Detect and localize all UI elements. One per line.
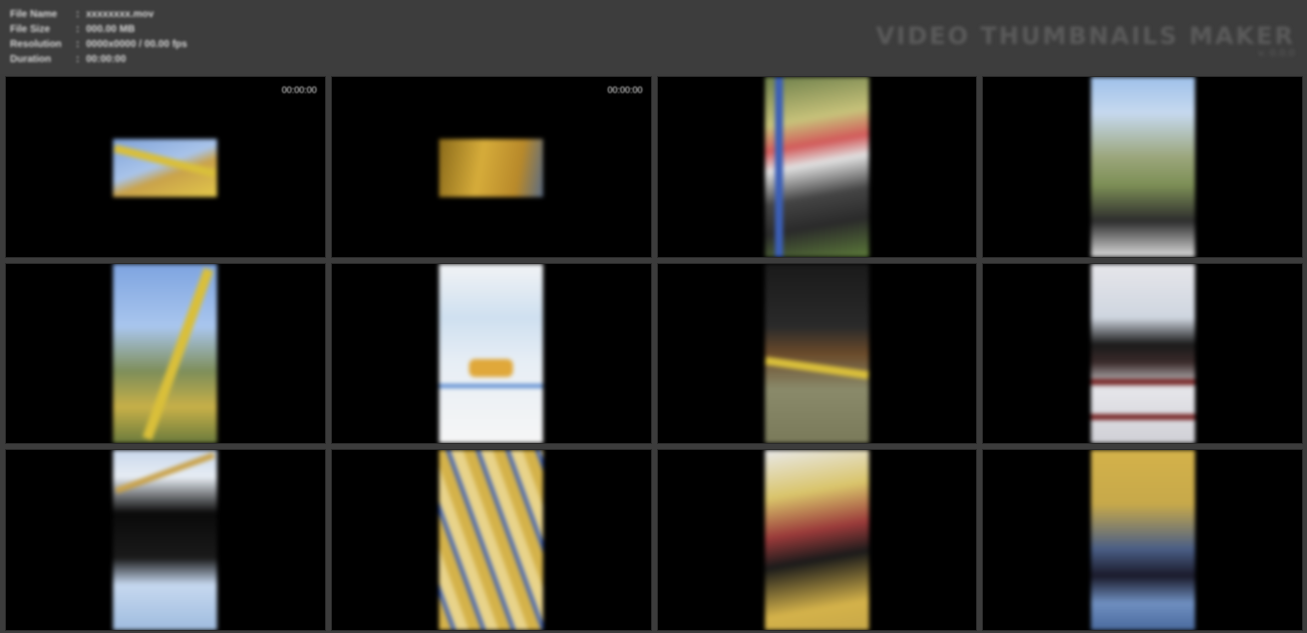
meta-value: 000.00 MB	[86, 24, 135, 35]
thumbnail-image	[764, 263, 869, 444]
contact-sheet: File Name : xxxxxxxx.mov File Size : 000…	[0, 0, 1307, 633]
thumbnail-grid: 00:00:00 00:00:00	[5, 76, 1303, 631]
thumbnail-timestamp: 00:00:00	[607, 85, 643, 95]
thumbnail-cell[interactable]: 00:00:00	[5, 76, 326, 258]
thumbnail-cell[interactable]	[330, 449, 652, 631]
thumbnail-image	[1090, 77, 1195, 257]
thumbnail-image	[439, 77, 544, 257]
meta-separator: :	[76, 24, 80, 35]
thumbnail-cell[interactable]	[656, 262, 978, 445]
meta-value: 0000x0000 / 00.00 fps	[86, 39, 188, 50]
meta-label: Resolution	[10, 39, 62, 50]
meta-label: File Name	[10, 9, 58, 20]
thumbnail-image	[764, 450, 869, 630]
meta-label: Duration	[10, 54, 52, 65]
thumbnail-cell[interactable]	[5, 449, 326, 631]
meta-separator: :	[76, 9, 80, 20]
meta-separator: :	[76, 54, 80, 65]
meta-value: 00:00:00	[86, 54, 127, 65]
thumbnail-cell[interactable]	[656, 449, 978, 631]
thumbnail-image	[113, 450, 218, 630]
thumbnail-image	[439, 450, 544, 630]
brand-watermark: VIDEO THUMBNAILS MAKER v. 0.0.0	[876, 22, 1295, 59]
thumbnail-image	[439, 263, 544, 444]
meta-row-resolution: Resolution : 0000x0000 / 00.00 fps	[10, 37, 187, 52]
thumbnail-image	[113, 263, 218, 444]
thumbnail-cell[interactable]	[982, 262, 1303, 445]
meta-value: xxxxxxxx.mov	[86, 9, 154, 20]
thumbnail-timestamp: 00:00:00	[281, 85, 317, 95]
thumbnail-image	[764, 77, 869, 257]
meta-label: File Size	[10, 24, 51, 35]
thumbnail-cell[interactable]	[330, 262, 652, 445]
thumbnail-image	[1090, 263, 1195, 444]
file-metadata: File Name : xxxxxxxx.mov File Size : 000…	[10, 7, 187, 67]
thumbnail-image	[1090, 450, 1195, 630]
thumbnail-cell[interactable]: 00:00:00	[330, 76, 652, 258]
thumbnail-cell[interactable]	[982, 76, 1303, 258]
meta-row-duration: Duration : 00:00:00	[10, 52, 187, 67]
thumbnail-cell[interactable]	[656, 76, 978, 258]
thumbnail-cell[interactable]	[982, 449, 1303, 631]
meta-row-file-size: File Size : 000.00 MB	[10, 22, 187, 37]
meta-separator: :	[76, 39, 80, 50]
thumbnail-image	[113, 77, 218, 257]
brand-title: VIDEO THUMBNAILS MAKER	[875, 22, 1295, 50]
meta-row-file-name: File Name : xxxxxxxx.mov	[10, 7, 187, 22]
sheet-header: File Name : xxxxxxxx.mov File Size : 000…	[0, 0, 1307, 74]
thumbnail-cell[interactable]	[5, 262, 326, 445]
